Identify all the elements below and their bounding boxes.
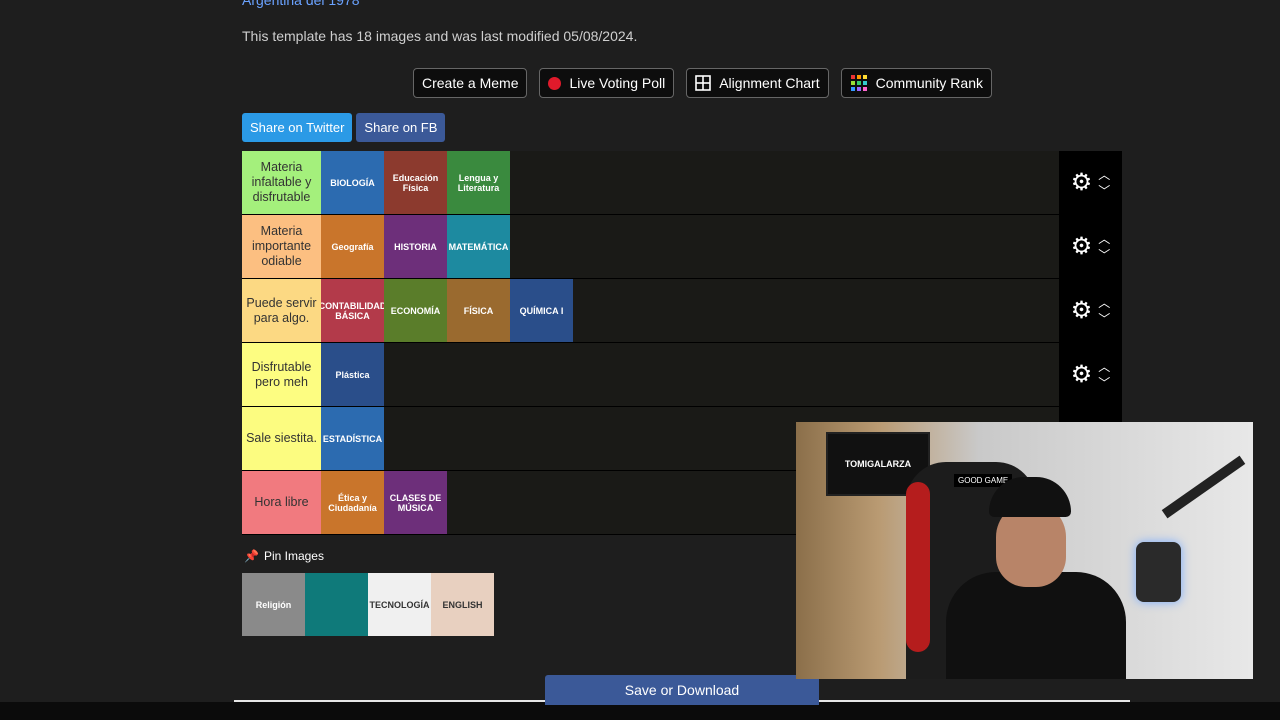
- tier-label[interactable]: Materia importante odiable: [242, 215, 321, 278]
- action-buttons: Create a Meme Live Voting Poll Alignment…: [413, 68, 992, 98]
- share-fb-button[interactable]: Share on FB: [356, 113, 446, 142]
- webcam-overlay: TOMIGALARZA GOOD GAME: [796, 422, 1253, 679]
- pin-images-label: Pin Images: [263, 549, 324, 563]
- tier-controls: ⚙︿﹀: [1059, 215, 1122, 278]
- share-twitter-button[interactable]: Share on Twitter: [242, 113, 353, 142]
- tier-label[interactable]: Materia infaltable y disfrutable: [242, 151, 321, 214]
- alignment-chart-button[interactable]: Alignment Chart: [686, 68, 829, 98]
- gear-icon[interactable]: ⚙: [1071, 298, 1093, 323]
- pushpin-icon: 📌: [244, 549, 259, 563]
- pool-image[interactable]: TECNOLOGÍA: [368, 573, 431, 636]
- webcam-mic-arm: [1161, 455, 1246, 519]
- tier-move-arrows: ︿﹀: [1098, 297, 1110, 325]
- webcam-person-body: [946, 572, 1126, 679]
- tier-item-image[interactable]: Plástica: [321, 343, 384, 406]
- record-dot-icon: [548, 76, 562, 90]
- webcam-microphone: [1136, 542, 1181, 602]
- tier-grid-icon: [850, 75, 867, 91]
- community-rank-label: Community Rank: [875, 75, 983, 91]
- alignment-chart-label: Alignment Chart: [719, 75, 820, 91]
- tier-controls: ⚙︿﹀: [1059, 151, 1122, 214]
- chevron-down-icon[interactable]: ﹀: [1098, 185, 1110, 197]
- tier-row: Materia infaltable y disfrutable BIOLOGÍA…: [242, 151, 1122, 215]
- tier-items: BIOLOGÍA Educación Física Lengua y Literat…: [321, 151, 1122, 214]
- tier-item-image[interactable]: FÍSICA: [447, 279, 510, 342]
- tier-item-image[interactable]: CONTABILIDAD BÁSICA: [321, 279, 384, 342]
- tier-row: Disfrutable pero meh Plástica ⚙ ︿ ﹀: [242, 343, 1122, 407]
- gear-icon[interactable]: ⚙: [1071, 234, 1093, 259]
- tier-items: Geografía HISTORIA MATEMÁTICA: [321, 215, 1122, 278]
- tier-item-image[interactable]: MATEMÁTICA: [447, 215, 510, 278]
- chevron-down-icon[interactable]: ﹀: [1098, 249, 1110, 261]
- gear-icon[interactable]: ⚙: [1071, 362, 1093, 387]
- chevron-up-icon[interactable]: ︿: [1098, 297, 1110, 309]
- template-link[interactable]: Argentina del 1978: [242, 0, 360, 8]
- tier-item-image[interactable]: ESTADÍSTICA: [321, 407, 384, 470]
- tier-item-image[interactable]: HISTORIA: [384, 215, 447, 278]
- tier-controls: ⚙︿﹀: [1059, 279, 1122, 342]
- chevron-up-icon[interactable]: ︿: [1098, 233, 1110, 245]
- tier-move-arrows: ︿﹀: [1098, 361, 1110, 389]
- tier-item-image[interactable]: BIOLOGÍA: [321, 151, 384, 214]
- image-pool: Religión TECNOLOGÍA ENGLISH: [242, 573, 494, 636]
- create-meme-label: Create a Meme: [422, 75, 519, 91]
- grid-icon: [695, 75, 712, 91]
- pool-image[interactable]: ENGLISH: [431, 573, 494, 636]
- save-download-button[interactable]: Save or Download: [545, 675, 819, 705]
- tier-label[interactable]: Sale siestita.: [242, 407, 321, 470]
- tier-item-image[interactable]: Geografía: [321, 215, 384, 278]
- tier-item-image[interactable]: Lengua y Literatura: [447, 151, 510, 214]
- template-info: This template has 18 images and was last…: [242, 28, 638, 44]
- pool-image[interactable]: [305, 573, 368, 636]
- webcam-chair-accent: [906, 482, 930, 652]
- tier-item-image[interactable]: ECONOMÍA: [384, 279, 447, 342]
- tier-label[interactable]: Puede servir para algo.: [242, 279, 321, 342]
- tier-item-image[interactable]: QUÍMICA I: [510, 279, 573, 342]
- create-meme-button[interactable]: Create a Meme: [413, 68, 528, 98]
- share-buttons: Share on Twitter Share on FB: [242, 113, 446, 142]
- tier-item-image[interactable]: CLASES DE MÚSICA: [384, 471, 447, 534]
- tier-row: Puede servir para algo. CONTABILIDAD BÁSI…: [242, 279, 1122, 343]
- chevron-up-icon[interactable]: ︿: [1098, 361, 1110, 373]
- tier-item-image[interactable]: Educación Física: [384, 151, 447, 214]
- tier-items: Plástica: [321, 343, 1122, 406]
- live-voting-poll-label: Live Voting Poll: [569, 75, 666, 91]
- tier-controls: ⚙︿﹀: [1059, 343, 1122, 406]
- tier-items: CONTABILIDAD BÁSICA ECONOMÍA FÍSICA QUÍMICA…: [321, 279, 1122, 342]
- tier-move-arrows: ︿﹀: [1098, 233, 1110, 261]
- tier-row: Materia importante odiable Geografía HISTO…: [242, 215, 1122, 279]
- tier-label[interactable]: Disfrutable pero meh: [242, 343, 321, 406]
- pool-image[interactable]: Religión: [242, 573, 305, 636]
- community-rank-button[interactable]: Community Rank: [840, 68, 992, 98]
- chevron-down-icon[interactable]: ﹀: [1098, 377, 1110, 389]
- pin-images-toggle[interactable]: 📌 Pin Images: [244, 549, 324, 563]
- gear-icon[interactable]: ⚙: [1071, 170, 1093, 195]
- live-voting-poll-button[interactable]: Live Voting Poll: [539, 68, 675, 98]
- chevron-down-icon[interactable]: ﹀: [1098, 313, 1110, 325]
- tier-move-arrows: ︿﹀: [1098, 169, 1110, 197]
- tier-item-image[interactable]: Ética y Ciudadanía: [321, 471, 384, 534]
- tier-label[interactable]: Hora libre: [242, 471, 321, 534]
- chevron-up-icon[interactable]: ︿: [1098, 169, 1110, 181]
